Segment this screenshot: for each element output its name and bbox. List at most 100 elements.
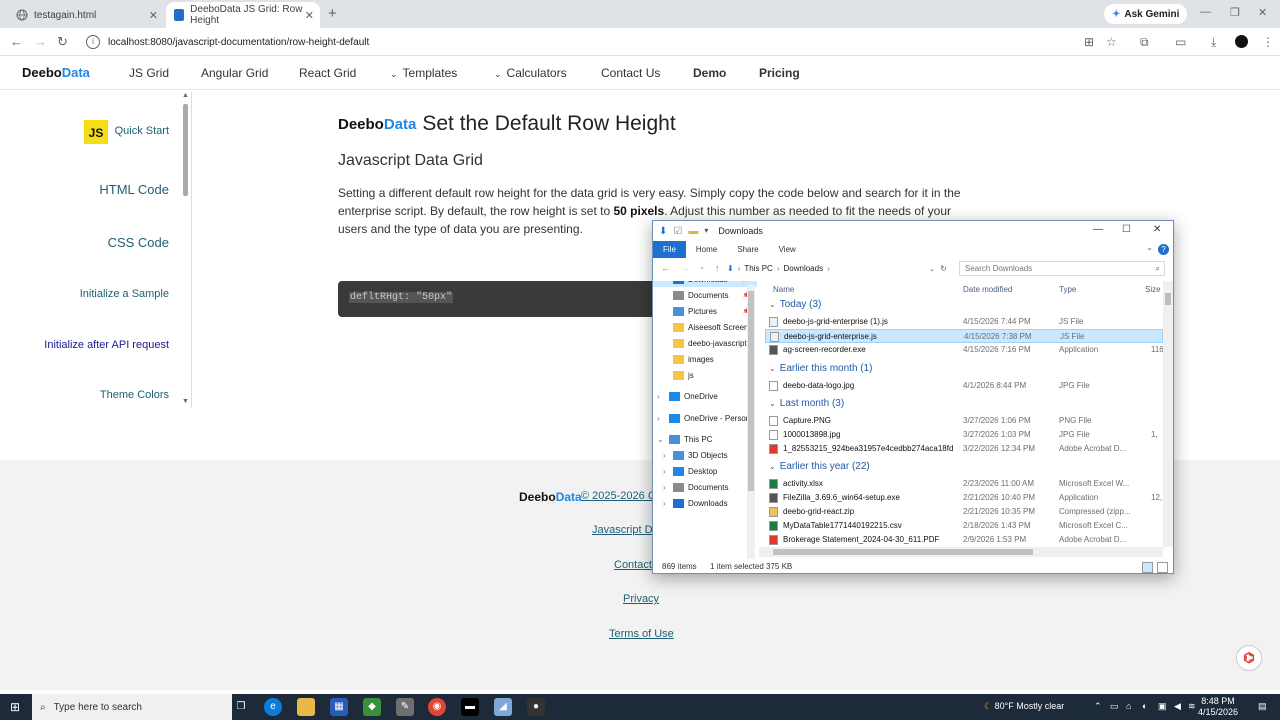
quick-access-dropdown-icon[interactable]: ▾ [704, 226, 708, 237]
code-snippet[interactable]: defltRHgt: "50px" [349, 292, 454, 303]
breadcrumb[interactable]: ⬇ › This PC › Downloads › ⌄ ↻ [727, 261, 947, 276]
file-group-header[interactable]: ⌄ Today (3) [769, 299, 821, 310]
ask-gemini-button[interactable]: ✦ Ask Gemini [1104, 4, 1188, 24]
tray-icon[interactable]: ▣ [1158, 701, 1167, 712]
app-icon[interactable]: ◢ [494, 698, 512, 716]
footer-link-contact[interactable]: Contact [614, 559, 652, 571]
collapse-group-icon[interactable]: ⌄ [769, 399, 776, 408]
sidebar-item-quick-start[interactable]: Quick Start [115, 125, 169, 137]
file-row[interactable]: ag-screen-recorder.exe 4/15/2026 7:16 PM A… [765, 343, 1163, 357]
footer-copyright-link[interactable]: © 2025-2026 C [581, 490, 656, 502]
menu-kebab-icon[interactable]: ⋮ [1262, 35, 1274, 49]
footer-link-javascript-docs[interactable]: Javascript D [592, 524, 653, 536]
file-row[interactable]: deebo-js-grid-enterprise (1).js 4/15/2026… [765, 315, 1163, 329]
back-icon[interactable]: ← [661, 263, 670, 273]
media-icon[interactable]: ▭ [1175, 35, 1186, 49]
file-group-header[interactable]: ⌄ Earlier this year (22) [769, 461, 870, 472]
explorer-titlebar[interactable]: ⬇ ☑ ▬ ▾ Downloads — ☐ ✕ [653, 221, 1173, 241]
nav-pane-item[interactable]: deebo-javascript [653, 335, 757, 351]
expand-chevron-icon[interactable]: › [663, 451, 666, 460]
address-bar[interactable]: i localhost:8080/javascript-documentatio… [80, 31, 1070, 53]
file-row[interactable]: Brokerage Statement_2024-04-30_611.PDF 2/… [765, 533, 1163, 547]
ribbon-tab-share[interactable]: Share [727, 241, 768, 258]
large-icons-view-icon[interactable] [1157, 562, 1168, 573]
screen-recorder-icon[interactable]: ● [527, 698, 545, 716]
notifications-icon[interactable]: ▤ [1258, 701, 1267, 712]
file-row[interactable]: deebo-js-grid-enterprise.js 4/15/2026 7:3… [765, 329, 1163, 344]
volume-icon[interactable]: ◀ [1174, 701, 1181, 712]
nav-js-grid[interactable]: JS Grid [129, 66, 169, 80]
install-app-icon[interactable]: ⊞ [1084, 35, 1094, 49]
footer-logo[interactable]: DeeboData [519, 490, 582, 504]
nav-react-grid[interactable]: React Grid [299, 66, 356, 80]
network-icon[interactable]: ⌂ [1126, 701, 1131, 711]
sidebar-item-theme-colors[interactable]: Theme Colors [100, 389, 169, 401]
nav-pane-item[interactable]: ⌄ This PC [653, 431, 757, 447]
nav-pane-item[interactable]: Documents📌 [653, 287, 757, 303]
close-window-icon[interactable]: ✕ [1258, 6, 1267, 19]
collapse-group-icon[interactable]: ⌄ [769, 300, 776, 309]
help-icon[interactable]: ? [1158, 244, 1169, 255]
scroll-down-icon[interactable]: ▼ [182, 398, 189, 405]
site-logo[interactable]: DeeboData [22, 65, 90, 80]
taskbar-clock[interactable]: 8:48 PM 4/15/2026 [1198, 696, 1238, 718]
breadcrumb-item-downloads[interactable]: Downloads [784, 264, 824, 273]
windows-start-icon[interactable]: ⊞ [10, 700, 20, 714]
search-downloads-input[interactable]: Search Downloads ⌕ [959, 261, 1165, 276]
expand-chevron-icon[interactable]: ⌄ [657, 435, 664, 444]
nav-demo[interactable]: Demo [693, 66, 726, 80]
recent-dropdown-icon[interactable]: ⌄ [699, 263, 705, 273]
file-explorer-taskbar-icon[interactable] [297, 698, 315, 716]
downloads-icon[interactable]: ⤓ [1211, 35, 1216, 50]
nav-calculators[interactable]: ⌄ Calculators [494, 66, 567, 80]
file-group-header[interactable]: ⌄ Earlier this month (1) [769, 363, 873, 374]
tray-icon[interactable]: ◐ [1142, 701, 1147, 711]
sidebar-item-css-code[interactable]: CSS Code [108, 235, 169, 250]
reload-icon[interactable]: ↻ [57, 34, 68, 50]
terminal-icon[interactable]: ▬ [461, 698, 479, 716]
expand-chevron-icon[interactable]: › [663, 467, 666, 476]
restore-window-icon[interactable]: ❐ [1230, 6, 1240, 19]
app-icon[interactable]: ◆ [363, 698, 381, 716]
adobe-acrobat-icon[interactable]: ⌬ [1236, 645, 1262, 671]
filelist-scrollbar-thumb[interactable] [1165, 293, 1171, 305]
column-header-size[interactable]: Size [1145, 285, 1161, 294]
tray-icon[interactable]: ▭ [1110, 701, 1119, 712]
sidebar-item-initialize-api[interactable]: Initialize after API request [44, 339, 169, 351]
nav-angular-grid[interactable]: Angular Grid [201, 66, 268, 80]
expand-chevron-icon[interactable]: › [663, 483, 666, 492]
show-hidden-icons[interactable]: ⌃ [1094, 701, 1102, 712]
file-row[interactable]: deebo-data-logo.jpg 4/1/2026 8:44 PM JPG F… [765, 379, 1163, 393]
browser-tab-active[interactable]: DeeboData JS Grid: Row Height ✕ [166, 2, 320, 28]
file-row[interactable]: FileZilla_3.69.6_win64-setup.exe 2/21/202… [765, 491, 1163, 505]
store-icon[interactable]: ▦ [330, 698, 348, 716]
nav-pane-item[interactable]: › OneDrive [653, 388, 757, 404]
ribbon-tab-home[interactable]: Home [686, 241, 727, 258]
code-block[interactable]: defltRHgt: "50px" [338, 281, 658, 317]
horizontal-scrollbar-thumb[interactable] [773, 549, 1033, 555]
expand-chevron-icon[interactable]: › [663, 499, 666, 508]
file-row[interactable]: activity.xlsx 2/23/2026 11:00 AM Microsoft… [765, 477, 1163, 491]
close-tab-icon[interactable]: ✕ [305, 9, 314, 22]
collapse-group-icon[interactable]: ⌄ [769, 364, 776, 373]
file-row[interactable]: 1000013898.jpg 3/27/2026 1:03 PM JPG File 1… [765, 428, 1163, 442]
refresh-icon[interactable]: ↻ [940, 264, 947, 273]
nav-pane-item[interactable]: js [653, 367, 757, 383]
edge-icon[interactable]: e [264, 698, 282, 716]
file-row[interactable]: deebo-grid-react.zip 2/21/2026 10:35 PM Co… [765, 505, 1163, 519]
task-view-icon[interactable]: ❐ [232, 698, 250, 716]
wifi-icon[interactable]: ≋ [1188, 701, 1196, 712]
close-tab-icon[interactable]: ✕ [149, 9, 158, 22]
nav-pane-item[interactable]: › Desktop [653, 463, 757, 479]
weather-widget[interactable]: ☾ 80°F Mostly clear [984, 701, 1064, 712]
nav-pane-item[interactable]: › OneDrive - Person [653, 410, 757, 426]
column-header-type[interactable]: Type [1059, 285, 1076, 294]
nav-pane-item[interactable]: › Downloads [653, 495, 757, 511]
file-row[interactable]: MyDataTable1771440192215.csv 2/18/2026 1:… [765, 519, 1163, 533]
browser-tab-testagain[interactable]: testagain.html ✕ [8, 2, 164, 28]
explorer-maximize-icon[interactable]: ☐ [1122, 224, 1131, 235]
ribbon-tab-view[interactable]: View [769, 241, 806, 258]
nav-pane-item[interactable]: Aiseesoft Screen [653, 319, 757, 335]
up-folder-icon[interactable]: ↑ [715, 263, 720, 273]
nav-templates[interactable]: ⌄ Templates [390, 66, 457, 80]
